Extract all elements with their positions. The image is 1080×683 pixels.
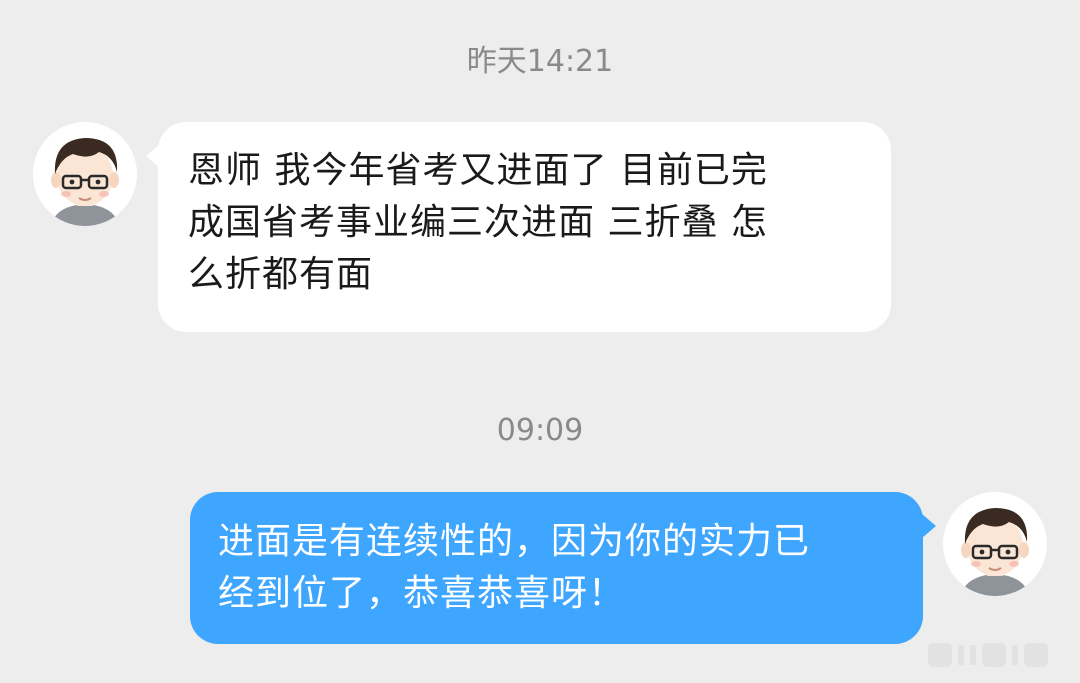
message-text-line: 成国省考事业编三次进面 三折叠 怎 bbox=[188, 202, 768, 243]
outgoing-message-bubble[interactable]: 进面是有连续性的，因为你的实力已 经到位了，恭喜恭喜呀！ bbox=[190, 492, 936, 644]
contact-avatar-icon[interactable] bbox=[33, 122, 137, 226]
message-text-line: 么折都有面 bbox=[188, 254, 374, 295]
message-timestamp: 昨天14:21 bbox=[466, 44, 614, 79]
self-avatar-icon[interactable] bbox=[943, 492, 1047, 596]
message-timestamp: 09:09 bbox=[496, 413, 584, 448]
weibo-watermark-icon bbox=[926, 635, 1066, 675]
message-text-line: 进面是有连续性的，因为你的实力已 bbox=[218, 521, 811, 562]
message-text-line: 经到位了，恭喜恭喜呀！ bbox=[218, 573, 626, 614]
incoming-message-bubble[interactable]: 恩师 我今年省考又进面了 目前已完 成国省考事业编三次进面 三折叠 怎 么折都有… bbox=[146, 122, 891, 332]
message-text-line: 恩师 我今年省考又进面了 目前已完 bbox=[188, 150, 768, 191]
